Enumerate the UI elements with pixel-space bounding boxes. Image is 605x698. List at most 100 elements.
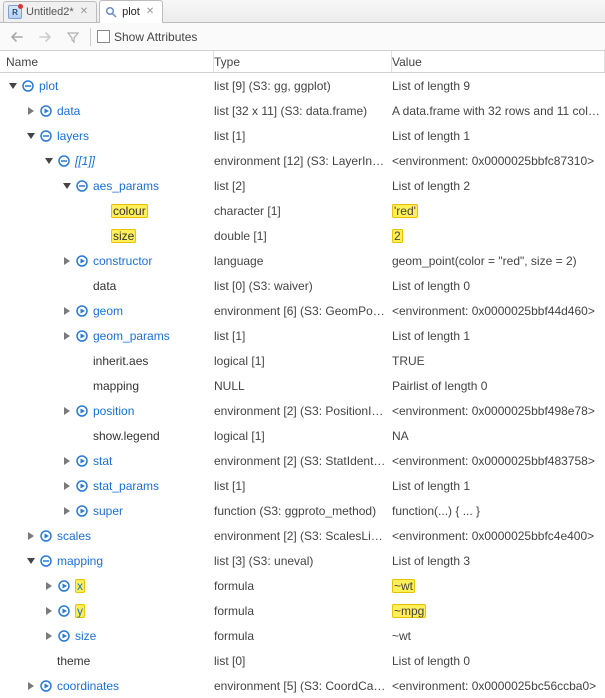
tree-row[interactable]: constructorlanguagegeom_point(color = "r… (0, 248, 605, 273)
node-name-link[interactable]: plot (39, 79, 58, 93)
expand-down-icon[interactable] (42, 154, 56, 168)
node-name-link[interactable]: geom_params (93, 329, 170, 343)
node-name-link[interactable]: [[1]] (75, 154, 95, 168)
node-name-link[interactable]: position (93, 404, 134, 418)
column-type[interactable]: Type (214, 51, 392, 72)
collapse-icon (21, 79, 35, 93)
tree-row[interactable]: mappingNULLPairlist of length 0 (0, 373, 605, 398)
tree-row[interactable]: [[1]]environment [12] (S3: LayerInstance… (0, 148, 605, 173)
node-name-link[interactable]: mapping (57, 554, 103, 568)
node-type: logical [1] (214, 354, 392, 368)
node-name-link[interactable]: data (57, 104, 80, 118)
tree-row[interactable]: statenvironment [2] (S3: StatIdentity, <… (0, 448, 605, 473)
tree-row[interactable]: geom_params list [1]List of length 1 (0, 323, 605, 348)
tree-row[interactable]: inherit.aeslogical [1]TRUE (0, 348, 605, 373)
tab-label: plot (122, 6, 140, 18)
tree-row[interactable]: coordinates environment [5] (S3: CoordCar… (0, 673, 605, 698)
expand-spacer (60, 379, 74, 393)
expand-right-icon[interactable] (60, 504, 74, 518)
node-name-link[interactable]: coordinates (57, 679, 119, 693)
tree-row[interactable]: sizedouble [1]2 (0, 223, 605, 248)
node-type: formula (214, 604, 392, 618)
tree-row[interactable]: mappinglist [3] (S3: uneval)List of leng… (0, 548, 605, 573)
expand-right-icon[interactable] (60, 329, 74, 343)
node-type: list [9] (S3: gg, ggplot) (214, 79, 392, 93)
tree-row[interactable]: show.legendlogical [1]NA (0, 423, 605, 448)
expand-down-icon[interactable] (24, 129, 38, 143)
expand-icon (75, 329, 89, 343)
back-button[interactable] (6, 27, 28, 47)
tree-row[interactable]: layerslist [1]List of length 1 (0, 123, 605, 148)
tree-row[interactable]: sizeformula~wt (0, 623, 605, 648)
node-type: list [32 x 11] (S3: data.frame) (214, 104, 392, 118)
node-name-link[interactable]: aes_params (93, 179, 159, 193)
tree-row[interactable]: datalist [32 x 11] (S3: data.frame)A dat… (0, 98, 605, 123)
node-name-link[interactable]: x (75, 579, 85, 593)
node-name-link[interactable]: y (75, 604, 85, 618)
expand-down-icon[interactable] (24, 554, 38, 568)
node-type: environment [5] (S3: CoordCartes (214, 679, 392, 693)
tree-row[interactable]: themelist [0]List of length 0 (0, 648, 605, 673)
node-name-link[interactable]: stat_params (93, 479, 159, 493)
node-name-link[interactable]: size (75, 629, 96, 643)
node-name-link[interactable]: constructor (93, 254, 152, 268)
column-value[interactable]: Value (392, 51, 605, 72)
node-value: List of length 1 (392, 329, 605, 343)
column-name[interactable]: Name (0, 51, 214, 72)
expand-icon (39, 679, 53, 693)
tab-label: Untitled2* (26, 6, 74, 18)
node-value: Pairlist of length 0 (392, 379, 605, 393)
node-type: language (214, 254, 392, 268)
node-name-link[interactable]: stat (93, 454, 112, 468)
node-type: double [1] (214, 229, 392, 243)
expand-right-icon[interactable] (24, 529, 38, 543)
checkbox-box-icon (97, 30, 110, 43)
expand-down-icon[interactable] (6, 79, 20, 93)
tree-row[interactable]: datalist [0] (S3: waiver)List of length … (0, 273, 605, 298)
tree-row[interactable]: scalesenvironment [2] (S3: ScalesList, g… (0, 523, 605, 548)
expand-right-icon[interactable] (60, 254, 74, 268)
expand-right-icon[interactable] (60, 304, 74, 318)
node-type: list [0] (214, 654, 392, 668)
expand-right-icon[interactable] (42, 604, 56, 618)
tab-plot[interactable]: plot ✕ (99, 0, 163, 23)
tree-row[interactable]: superfunction (S3: ggproto_method)functi… (0, 498, 605, 523)
node-name-label: size (111, 229, 136, 243)
forward-button[interactable] (34, 27, 56, 47)
node-name-label: mapping (93, 379, 139, 393)
expand-right-icon[interactable] (24, 679, 38, 693)
expand-right-icon[interactable] (60, 479, 74, 493)
tree-row[interactable]: geomenvironment [6] (S3: GeomPoint, <env… (0, 298, 605, 323)
node-type: list [3] (S3: uneval) (214, 554, 392, 568)
close-icon[interactable]: ✕ (78, 7, 90, 17)
tree-row[interactable]: plotlist [9] (S3: gg, ggplot)List of len… (0, 73, 605, 98)
node-type: character [1] (214, 204, 392, 218)
tree-row[interactable]: colourcharacter [1]'red' (0, 198, 605, 223)
node-spacer (75, 429, 89, 443)
show-attributes-checkbox[interactable]: Show Attributes (97, 30, 197, 44)
tree-row[interactable]: xformula~wt (0, 573, 605, 598)
expand-down-icon[interactable] (60, 179, 74, 193)
tab-untitled2[interactable]: R Untitled2* ✕ (3, 1, 97, 22)
tree-row[interactable]: positionenvironment [2] (S3: PositionIde… (0, 398, 605, 423)
node-name-link[interactable]: super (93, 504, 123, 518)
node-type: list [1] (214, 329, 392, 343)
node-name-link[interactable]: scales (57, 529, 91, 543)
tree-row[interactable]: yformula~mpg (0, 598, 605, 623)
expand-right-icon[interactable] (42, 579, 56, 593)
node-value: <environment: 0x0000025bbf44d460> (392, 304, 605, 318)
expand-right-icon[interactable] (60, 454, 74, 468)
filter-button[interactable] (62, 27, 84, 47)
separator (90, 28, 91, 46)
close-icon[interactable]: ✕ (144, 7, 156, 17)
expand-right-icon[interactable] (42, 629, 56, 643)
collapse-icon (39, 554, 53, 568)
expand-right-icon[interactable] (24, 104, 38, 118)
tree-row[interactable]: stat_paramslist [1]List of length 1 (0, 473, 605, 498)
tree-row[interactable]: aes_paramslist [2]List of length 2 (0, 173, 605, 198)
expand-icon (75, 454, 89, 468)
expand-right-icon[interactable] (60, 404, 74, 418)
node-type: list [2] (214, 179, 392, 193)
node-name-link[interactable]: layers (57, 129, 89, 143)
node-name-link[interactable]: geom (93, 304, 123, 318)
